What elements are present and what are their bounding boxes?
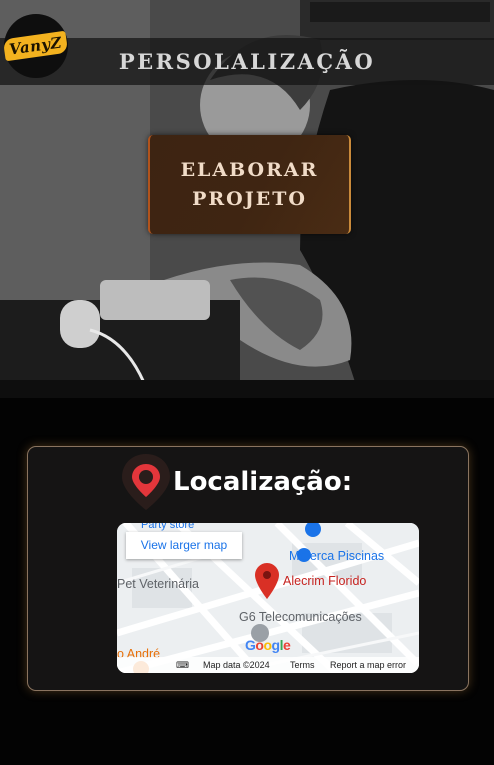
keyboard-icon[interactable]: ⌨ [176, 660, 189, 671]
view-larger-map-link[interactable]: View larger map [126, 532, 242, 559]
map-report-error-link[interactable]: Report a map error [330, 660, 406, 670]
google-logo: Google [245, 637, 291, 653]
elaborar-projeto-button[interactable]: ELABORAR PROJETO [148, 135, 351, 234]
map-place-maferca[interactable]: Maferca Piscinas [289, 549, 384, 563]
map-data-attribution: Map data ©2024 [203, 660, 270, 670]
cta-label: ELABORAR PROJETO [180, 158, 319, 210]
page-title: PERSOLALIZAÇÃO [118, 49, 376, 74]
google-map-embed[interactable]: Party store Maferca Piscinas Pet Veterin… [117, 523, 419, 673]
map-place-alecrim[interactable]: Alecrim Florido [283, 574, 366, 588]
map-place-pet[interactable]: Pet Veterinária [117, 577, 199, 591]
map-place-g6[interactable]: G6 Telecomunicações [239, 610, 362, 624]
map-place-party-store[interactable]: Party store [141, 523, 194, 531]
location-pin-icon [120, 452, 172, 512]
map-footer: ⌨ Map data ©2024 Terms Report a map erro… [117, 657, 419, 673]
location-title: Localização: [173, 467, 353, 497]
map-terms-link[interactable]: Terms [290, 660, 315, 670]
